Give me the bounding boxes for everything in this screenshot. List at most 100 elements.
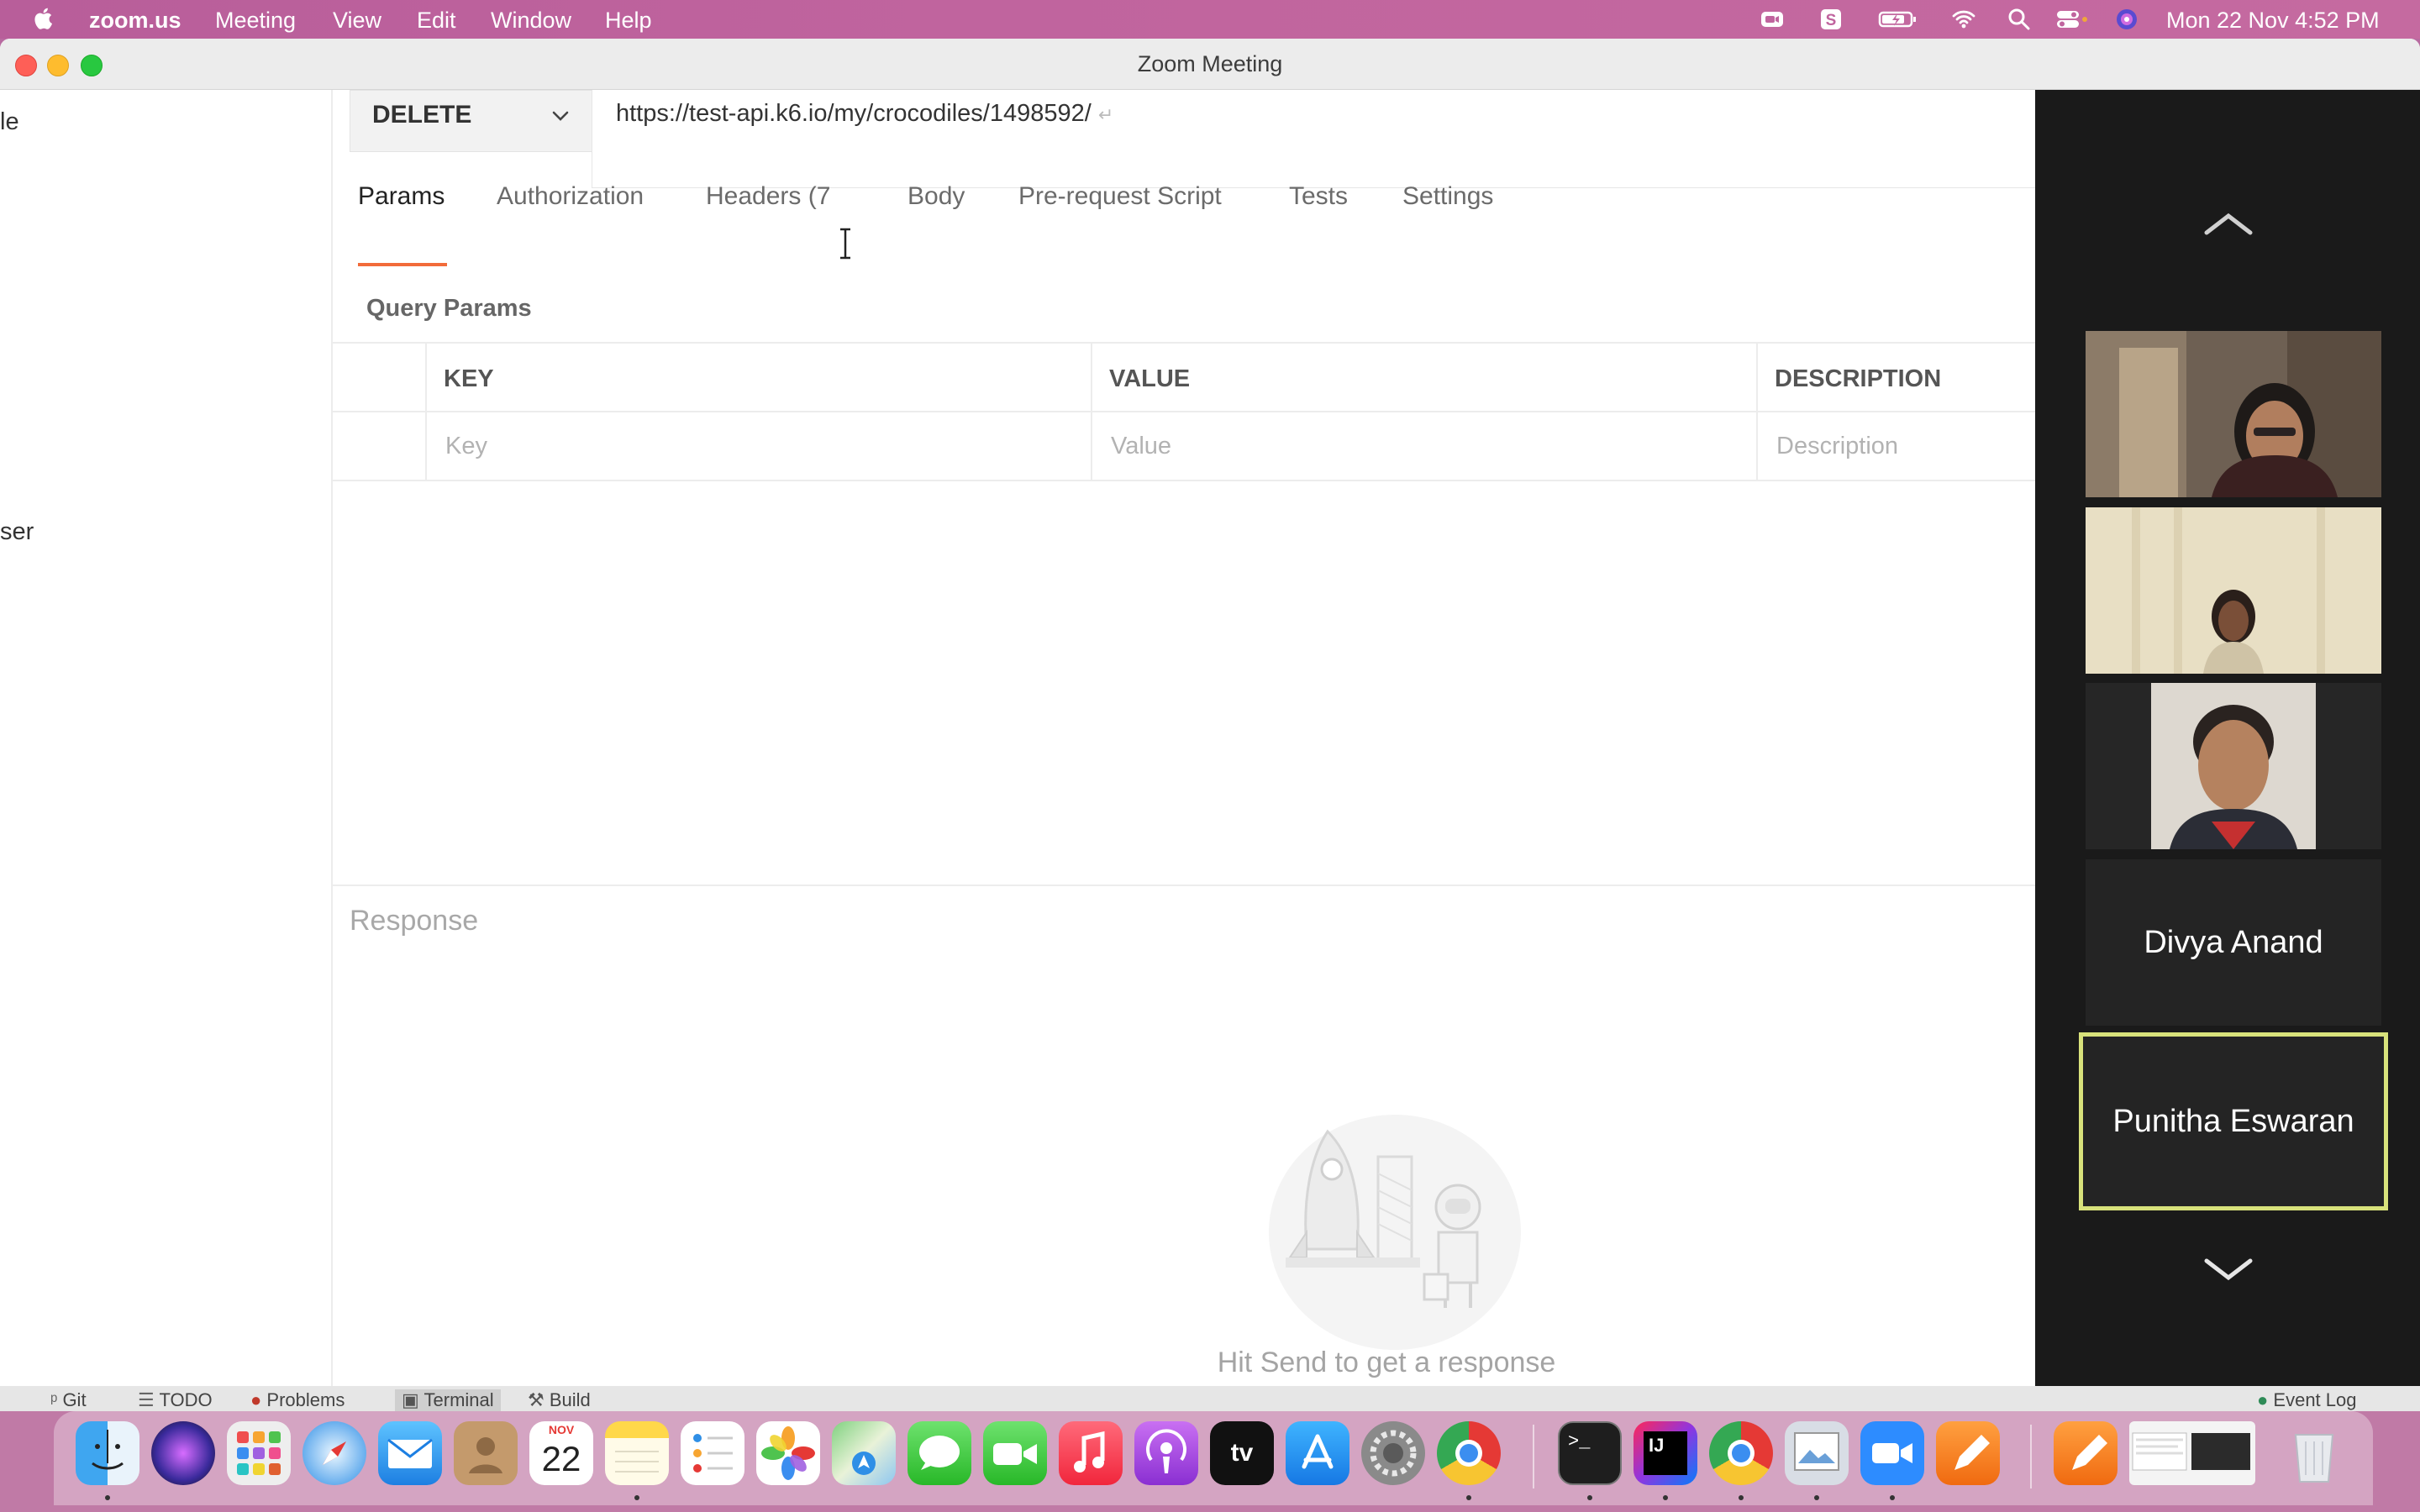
spotlight-search-icon[interactable] [2007, 7, 2032, 32]
calendar-day: 22 [541, 1439, 581, 1478]
active-tab-indicator [358, 263, 447, 266]
column-header-description: DESCRIPTION [1775, 365, 1942, 392]
return-symbol-icon: ↵ [1097, 104, 1114, 125]
system-preferences-icon[interactable] [1361, 1421, 1425, 1485]
sidebar-fragment: le [0, 108, 19, 135]
value-input[interactable]: Value [1111, 433, 1171, 460]
tv-label: tv [1230, 1439, 1254, 1467]
tab-headers[interactable]: Headers (7 [706, 182, 830, 211]
battery-icon[interactable] [1877, 7, 1919, 32]
description-input[interactable]: Description [1776, 433, 1898, 460]
photos-icon[interactable] [756, 1421, 820, 1485]
tab-body[interactable]: Body [908, 182, 965, 211]
query-params-title: Query Params [366, 295, 532, 322]
facetime-icon[interactable] [983, 1421, 1047, 1485]
http-method-label: DELETE [372, 101, 472, 129]
menu-edit[interactable]: Edit [417, 8, 456, 34]
tool-problems[interactable]: ● Problems [250, 1389, 345, 1411]
minimized-windows-icon[interactable] [2129, 1421, 2255, 1485]
tab-pre-request-script[interactable]: Pre-request Script [1018, 182, 1222, 211]
notes-icon[interactable] [605, 1421, 669, 1485]
siri-icon[interactable] [151, 1421, 215, 1485]
menu-meeting[interactable]: Meeting [215, 8, 296, 34]
dock-separator [2030, 1425, 2032, 1488]
trash-icon[interactable] [2282, 1421, 2346, 1485]
apple-icon[interactable] [32, 6, 57, 31]
wifi-icon[interactable] [1951, 7, 1976, 32]
participant-name: Divya Anand [2144, 925, 2323, 960]
participant-video-tile[interactable] [2086, 507, 2381, 674]
preview-icon[interactable] [1785, 1421, 1849, 1485]
zoom-status-icon[interactable] [1760, 7, 1785, 32]
zoom-meeting-window: Zoom Meeting le ser DELETE https://test-… [0, 39, 2420, 1386]
participant-name-tile[interactable]: Divya Anand [2086, 859, 2381, 1026]
postman-sidebar: le ser [0, 90, 333, 1386]
app-store-icon[interactable] [1286, 1421, 1349, 1485]
text-cursor-icon [840, 228, 850, 260]
zoom-icon[interactable] [1860, 1421, 1924, 1485]
siri-icon[interactable] [2114, 7, 2139, 32]
tab-settings[interactable]: Settings [1402, 182, 1493, 211]
participant-video-tile[interactable] [2086, 331, 2381, 497]
pages-icon[interactable] [1936, 1421, 2000, 1485]
chevron-up-icon[interactable] [2202, 207, 2255, 241]
http-method-select[interactable]: DELETE [350, 90, 593, 152]
running-indicator [1663, 1495, 1668, 1500]
running-indicator [1466, 1495, 1471, 1500]
mail-icon[interactable] [378, 1421, 442, 1485]
safari-icon[interactable] [302, 1421, 366, 1485]
event-log[interactable]: ● Event Log [2257, 1389, 2356, 1411]
dock-separator [1533, 1425, 1534, 1488]
tool-todo[interactable]: ☰ TODO [138, 1389, 213, 1411]
participant-video-tile[interactable] [2086, 683, 2381, 849]
finder-icon[interactable] [76, 1421, 139, 1485]
menu-help[interactable]: Help [605, 8, 652, 34]
sidebar-fragment: ser [0, 518, 34, 545]
response-hint: Hit Send to get a response [1217, 1347, 1556, 1378]
participants-panel: Divya Anand Punitha Eswaran [2035, 90, 2420, 1386]
s-app-icon[interactable]: S [1818, 7, 1844, 32]
calendar-icon[interactable]: NOV 22 [529, 1421, 593, 1485]
maps-icon[interactable] [832, 1421, 896, 1485]
tab-tests[interactable]: Tests [1289, 182, 1348, 211]
ide-tool-window-bar: ᵖ Git ☰ TODO ● Problems ▣ Terminal ⚒ Bui… [0, 1386, 2420, 1411]
reminders-icon[interactable] [681, 1421, 744, 1485]
tab-authorization[interactable]: Authorization [497, 182, 644, 211]
control-center-icon[interactable] [2055, 7, 2089, 32]
running-indicator [1739, 1495, 1744, 1500]
key-input[interactable]: Key [445, 433, 487, 460]
pencil-icon[interactable] [2054, 1421, 2118, 1485]
running-indicator [634, 1495, 639, 1500]
launchpad-icon[interactable] [227, 1421, 291, 1485]
running-indicator [1890, 1495, 1895, 1500]
menu-app-name[interactable]: zoom.us [89, 8, 182, 34]
intellij-idea-icon[interactable]: IJ [1634, 1421, 1697, 1485]
contacts-icon[interactable] [454, 1421, 518, 1485]
tool-build[interactable]: ⚒ Build [528, 1389, 591, 1411]
chrome-icon[interactable] [1437, 1421, 1501, 1485]
tool-git[interactable]: ᵖ Git [50, 1389, 87, 1411]
rocket-astronaut-illustration [1269, 1115, 1521, 1350]
request-url-input[interactable]: https://test-api.k6.io/my/crocodiles/149… [592, 90, 2036, 188]
chrome-icon[interactable] [1709, 1421, 1773, 1485]
active-speaker-tile[interactable]: Punitha Eswaran [2079, 1032, 2388, 1210]
apple-tv-icon[interactable]: tv [1210, 1421, 1274, 1485]
request-tabs: Params Authorization Headers (7 Body Pre… [350, 182, 1946, 233]
window-title: Zoom Meeting [1137, 51, 1283, 76]
calendar-month: NOV [548, 1423, 575, 1436]
dock: NOV 22 tv >_ IJ [54, 1411, 2373, 1505]
menu-clock[interactable]: Mon 22 Nov 4:52 PM [2166, 8, 2380, 34]
tool-terminal[interactable]: ▣ Terminal [395, 1389, 501, 1411]
chevron-down-icon[interactable] [2202, 1252, 2255, 1286]
terminal-icon[interactable]: >_ [1558, 1421, 1622, 1485]
tab-params[interactable]: Params [358, 182, 445, 211]
request-url-text: https://test-api.k6.io/my/crocodiles/149… [616, 100, 1114, 127]
music-icon[interactable] [1059, 1421, 1123, 1485]
menu-view[interactable]: View [333, 8, 381, 34]
column-header-key: KEY [444, 365, 494, 392]
menu-window[interactable]: Window [491, 8, 571, 34]
window-titlebar[interactable]: Zoom Meeting [0, 39, 2420, 90]
messages-icon[interactable] [908, 1421, 971, 1485]
response-divider[interactable] [333, 885, 2035, 886]
podcasts-icon[interactable] [1134, 1421, 1198, 1485]
